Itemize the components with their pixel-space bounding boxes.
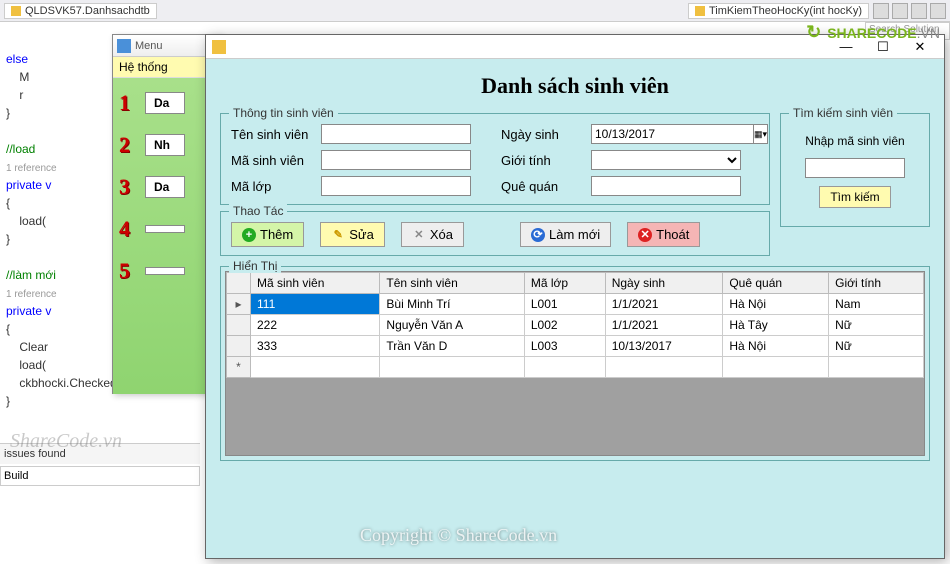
tool-icon[interactable]: [930, 3, 946, 19]
label-ma: Mã sinh viên: [231, 153, 321, 168]
edit-button[interactable]: ✎Sửa: [320, 222, 385, 247]
app-icon: [212, 40, 226, 54]
search-button[interactable]: Tìm kiếm: [819, 186, 890, 208]
vs-toolbar: QLDSVK57.Danhsachdtb TimKiemTheoHocKy(in…: [0, 0, 950, 22]
select-gioi[interactable]: [591, 150, 741, 170]
add-button[interactable]: +Thêm: [231, 222, 304, 247]
calendar-icon[interactable]: ▦▾: [753, 124, 768, 144]
label-que: Quê quán: [501, 179, 591, 194]
sharecode-logo: SHARECODE.VN: [806, 22, 940, 43]
breadcrumb-class[interactable]: QLDSVK57.Danhsachdtb: [4, 3, 157, 19]
exit-icon: ✕: [638, 228, 652, 242]
table-row[interactable]: ▸ 111 Bùi Minh Trí L001 1/1/2021 Hà Nội …: [227, 294, 924, 315]
search-label: Nhập mã sinh viên: [797, 134, 913, 148]
label-ten: Tên sinh viên: [231, 127, 321, 142]
delete-button[interactable]: ✕Xóa: [401, 222, 464, 247]
input-ngay[interactable]: [591, 124, 753, 144]
actions-group: Thao Tác +Thêm ✎Sửa ✕Xóa ⟳Làm mới ✕Thoát: [220, 211, 770, 256]
dialog-heading: Danh sách sinh viên: [220, 73, 930, 99]
exit-button[interactable]: ✕Thoát: [627, 222, 700, 247]
table-row[interactable]: 333 Trần Văn D L003 10/13/2017 Hà Nội Nữ: [227, 336, 924, 357]
refresh-button[interactable]: ⟳Làm mới: [520, 222, 611, 247]
pencil-icon: ✎: [331, 228, 345, 242]
input-lop[interactable]: [321, 176, 471, 196]
tool-icon[interactable]: [873, 3, 889, 19]
watermark-copyright: Copyright © ShareCode.vn: [360, 525, 557, 546]
input-ma[interactable]: [321, 150, 471, 170]
input-que[interactable]: [591, 176, 741, 196]
input-ten[interactable]: [321, 124, 471, 144]
label-gioi: Giới tính: [501, 153, 591, 168]
menu-btn-3[interactable]: Da: [145, 176, 185, 198]
row-indicator-icon: ▸: [227, 294, 251, 315]
plus-icon: +: [242, 228, 256, 242]
tool-icon[interactable]: [892, 3, 908, 19]
menu-btn-4[interactable]: [145, 225, 185, 233]
tool-icon[interactable]: [911, 3, 927, 19]
student-info-group: Thông tin sinh viên Tên sinh viên Mã sin…: [220, 113, 770, 205]
menu-btn-5[interactable]: [145, 267, 185, 275]
label-lop: Mã lớp: [231, 179, 321, 194]
search-group: Tìm kiếm sinh viên Nhập mã sinh viên Tìm…: [780, 113, 930, 227]
new-row[interactable]: *: [227, 357, 924, 378]
x-icon: ✕: [412, 228, 426, 242]
search-input[interactable]: [805, 158, 905, 178]
grid-group: Hiển Thị Mã sinh viên Tên sinh viên Mã l…: [220, 266, 930, 461]
student-dialog: — ☐ ✕ Danh sách sinh viên Thông tin sinh…: [205, 34, 945, 559]
breadcrumb-method[interactable]: TimKiemTheoHocKy(int hocKy): [688, 3, 869, 19]
table-row[interactable]: 222 Nguyễn Văn A L002 1/1/2021 Hà Tây Nữ: [227, 315, 924, 336]
menu-btn-1[interactable]: Da: [145, 92, 185, 114]
student-grid[interactable]: Mã sinh viên Tên sinh viên Mã lớp Ngày s…: [226, 272, 924, 378]
toolbar-icons: [873, 3, 946, 19]
build-bar: Build: [0, 466, 200, 486]
watermark: ShareCode.vn: [10, 430, 122, 453]
label-ngay: Ngày sinh: [501, 127, 591, 142]
refresh-icon: ⟳: [531, 228, 545, 242]
menu-btn-2[interactable]: Nh: [145, 134, 185, 156]
